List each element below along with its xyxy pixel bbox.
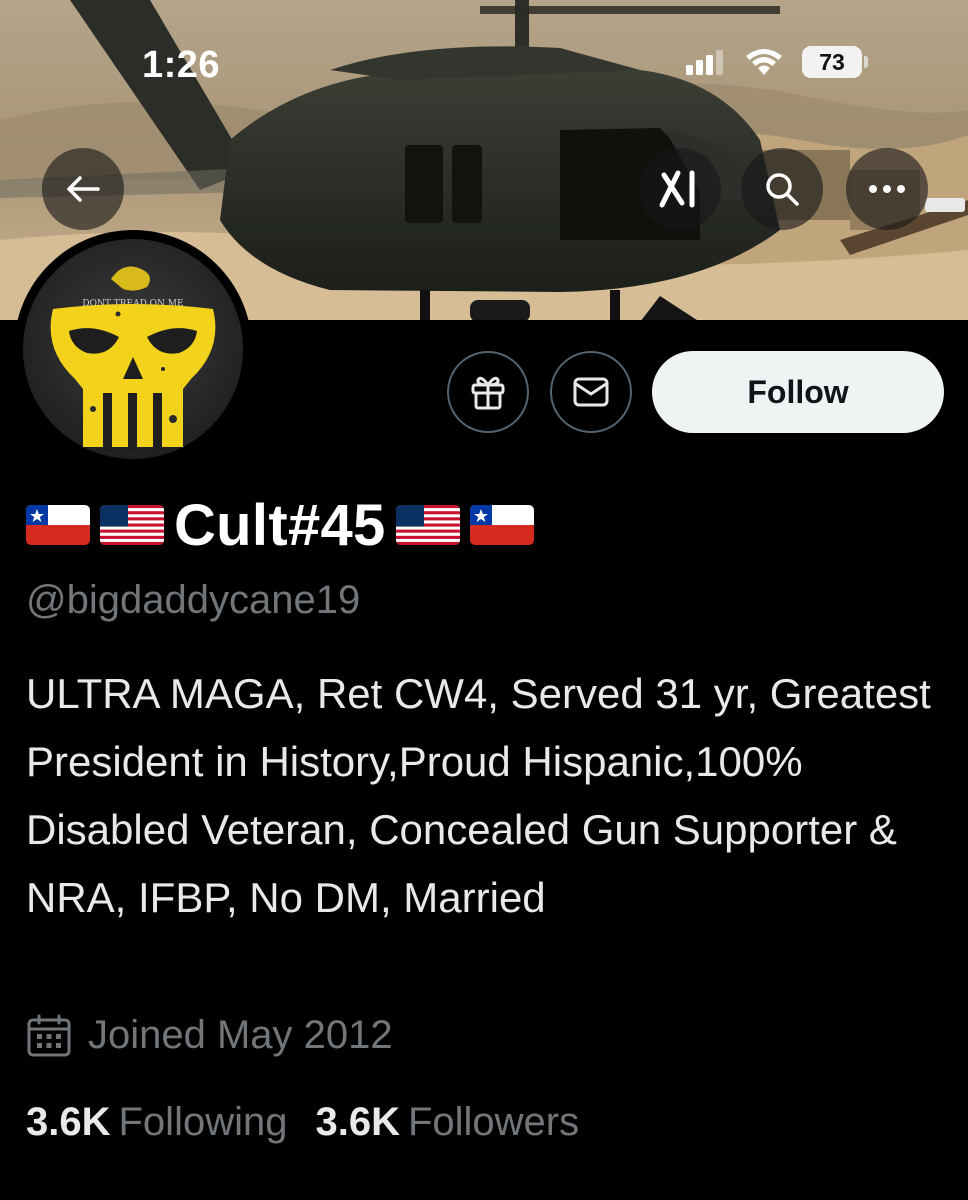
- chile-flag-icon: [469, 505, 534, 545]
- gift-icon: [471, 376, 505, 410]
- profile-avatar[interactable]: DONT TREAD ON ME: [14, 230, 252, 468]
- message-button[interactable]: [550, 351, 632, 433]
- gift-button[interactable]: [447, 351, 529, 433]
- us-flag-icon: [395, 505, 460, 545]
- followers-count: 3.6K: [315, 1100, 400, 1144]
- joined-text: Joined May 2012: [88, 1013, 393, 1057]
- calendar-icon: [27, 1014, 71, 1056]
- wifi-icon: [746, 49, 782, 75]
- back-arrow-icon: [67, 176, 100, 202]
- punisher-skull-logo: DONT TREAD ON ME: [50, 266, 216, 451]
- display-name: Cult#45: [26, 490, 534, 560]
- following-link[interactable]: 3.6K Following: [26, 1100, 287, 1145]
- signal-icon: [686, 50, 723, 75]
- more-icon: [869, 185, 905, 193]
- followers-label: Followers: [407, 1100, 580, 1144]
- back-button[interactable]: [42, 148, 124, 230]
- user-handle: @bigdaddycane19: [26, 578, 361, 622]
- profile-bio: ULTRA MAGA, Ret CW4, Served 31 yr, Great…: [26, 670, 931, 921]
- grok-icon: [659, 170, 695, 208]
- status-time: 1:26: [142, 44, 221, 86]
- chile-flag-icon: [26, 505, 90, 545]
- followers-link[interactable]: 3.6K Followers: [315, 1100, 579, 1145]
- mail-icon: [573, 377, 609, 407]
- following-label: Following: [118, 1100, 288, 1144]
- status-icons: 73: [686, 46, 868, 78]
- joined-date: Joined May 2012: [26, 1013, 393, 1058]
- us-flag-icon: [100, 505, 164, 545]
- follow-button[interactable]: Follow: [652, 351, 944, 433]
- more-options-button[interactable]: [846, 148, 928, 230]
- following-count: 3.6K: [26, 1100, 111, 1144]
- search-button[interactable]: [741, 148, 823, 230]
- follow-stats: 3.6K Following 3.6K Followers: [26, 1100, 579, 1145]
- search-icon: [766, 173, 799, 206]
- battery-icon: 73: [802, 46, 868, 78]
- grok-button[interactable]: [639, 148, 721, 230]
